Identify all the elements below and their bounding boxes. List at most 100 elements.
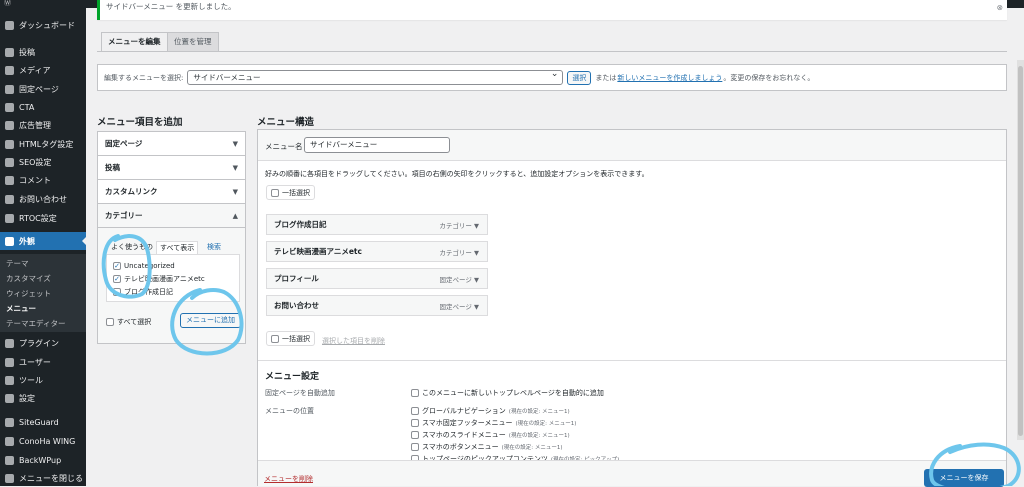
bulk-select-top[interactable]: 一括選択 — [266, 185, 315, 200]
auto-add-option[interactable]: このメニューに新しいトップレベルページを自動的に追加 — [411, 388, 604, 398]
checkbox-checked[interactable]: ✓ — [113, 261, 121, 270]
checkbox[interactable] — [411, 389, 419, 397]
tab-most-used[interactable]: よく使うもの — [108, 241, 156, 254]
menu-item-title: プロフィール — [274, 274, 319, 283]
location-option[interactable]: スマホのボタンメニュー (現在の設定: メニュー1) — [411, 442, 563, 452]
accordion-label: 投稿 — [105, 163, 120, 172]
submenu-item-widgets[interactable]: ウィジェット — [6, 286, 51, 301]
category-item[interactable]: ブログ作成日記 — [113, 286, 173, 297]
appearance-submenu: テーマ カスタマイズ ウィジェット メニュー テーマエディター — [0, 254, 86, 332]
tab-search[interactable]: 検索 — [204, 241, 224, 254]
sidebar-item-collapse[interactable]: メニューを閉じる — [0, 469, 86, 487]
location-option[interactable]: スマホのスライドメニュー (現在の設定: メニュー1) — [411, 430, 570, 440]
sidebar-item-label: ConoHa WING — [19, 436, 76, 446]
checkbox[interactable] — [113, 287, 121, 296]
page-icon — [5, 84, 14, 94]
sidebar-item-brush[interactable]: 外観 — [0, 232, 86, 250]
type-label: 固定ページ — [439, 275, 472, 284]
checkbox[interactable] — [411, 419, 419, 427]
pin-icon — [5, 47, 14, 57]
accordion-categories[interactable]: カテゴリー ▲ — [98, 204, 245, 228]
checkbox-checked[interactable]: ✓ — [113, 274, 121, 283]
notice-text: サイドバーメニュー を更新しました。 — [106, 2, 236, 11]
create-menu-link[interactable]: 新しいメニューを作成しましょう — [617, 73, 722, 83]
add-to-menu-button[interactable]: メニューに追加 — [180, 313, 241, 328]
checkbox[interactable] — [411, 431, 419, 439]
wp-logo-icon[interactable]: Ⓦ — [4, 0, 11, 7]
sidebar-item-label: メディア — [19, 65, 51, 75]
menu-select-dropdown[interactable]: サイドバーメニュー — [187, 68, 564, 85]
mail-icon — [5, 194, 14, 204]
collapse-icon — [5, 473, 14, 483]
sidebar-item-label: CTA — [19, 102, 35, 112]
seo-icon — [5, 157, 14, 167]
guard-icon — [5, 417, 14, 427]
sidebar-item-comment[interactable]: コメント — [0, 171, 86, 189]
sidebar-item-dashboard[interactable]: ダッシュボード — [0, 16, 86, 34]
delete-menu-link[interactable]: メニューを削除 — [264, 474, 313, 484]
scrollbar-thumb[interactable] — [1018, 66, 1023, 436]
menu-location-label: メニューの位置 — [265, 407, 314, 415]
sidebar-item-plugin[interactable]: プラグイン — [0, 334, 86, 352]
sidebar-item-pin[interactable]: 投稿 — [0, 43, 86, 61]
tab-manage-locations[interactable]: 位置を管理 — [167, 32, 219, 51]
submenu-item-customize[interactable]: カスタマイズ — [6, 271, 51, 286]
checkbox[interactable] — [271, 188, 279, 197]
location-option[interactable]: グローバルナビゲーション (現在の設定: メニュー1) — [411, 406, 570, 416]
location-option[interactable]: スマホ固定フッターメニュー (現在の設定: メニュー1) — [411, 418, 576, 428]
or-text: または — [595, 73, 617, 82]
menu-name-input[interactable]: サイドバーメニュー — [304, 137, 450, 153]
sidebar-item-label: 広告管理 — [19, 120, 51, 130]
tab-edit-menus[interactable]: メニューを編集 — [101, 32, 168, 51]
category-item[interactable]: ✓ テレビ映画漫画アニメetc — [113, 273, 205, 284]
dismiss-icon[interactable]: ⊗ — [997, 3, 1003, 12]
accordion-posts[interactable]: 投稿 ▼ — [98, 156, 245, 180]
sidebar-item-cta[interactable]: CTA — [0, 98, 86, 116]
sidebar-item-mail[interactable]: お問い合わせ — [0, 190, 86, 208]
sidebar-item-backup[interactable]: BackWPup — [0, 451, 86, 469]
menu-item[interactable]: プロフィール 固定ページ ▼ — [266, 268, 488, 289]
accordion-custom-links[interactable]: カスタムリンク ▼ — [98, 180, 245, 204]
sidebar-item-seo[interactable]: SEO設定 — [0, 153, 86, 171]
submenu-item-theme[interactable]: テーマ — [6, 256, 29, 271]
save-menu-button[interactable]: メニューを保存 — [924, 469, 1004, 487]
delete-selected-link[interactable]: 選択した項目を削除 — [322, 336, 385, 346]
menu-item[interactable]: お問い合わせ 固定ページ ▼ — [266, 295, 488, 316]
ad-icon — [5, 120, 14, 130]
sidebar-item-label: お問い合わせ — [19, 194, 67, 204]
sidebar-item-page[interactable]: 固定ページ — [0, 80, 86, 98]
sidebar-item-label: HTMLタグ設定 — [19, 139, 74, 149]
option-label: グローバルナビゲーション — [422, 407, 506, 415]
submenu-item-theme-editor[interactable]: テーマエディター — [6, 316, 65, 331]
sidebar-item-ad[interactable]: 広告管理 — [0, 116, 86, 134]
submenu-item-menus[interactable]: メニュー — [6, 301, 36, 316]
checkbox[interactable] — [271, 334, 279, 343]
accordion-pages[interactable]: 固定ページ ▼ — [98, 132, 245, 156]
menu-name-row: メニュー名 サイドバーメニュー — [258, 130, 1006, 161]
sidebar-item-conoha[interactable]: ConoHa WING — [0, 432, 86, 450]
checkbox[interactable] — [411, 407, 419, 415]
tab-view-all[interactable]: すべて表示 — [156, 241, 199, 254]
checkbox[interactable] — [411, 443, 419, 451]
select-all[interactable]: すべて選択 — [106, 316, 151, 327]
menu-item[interactable]: ブログ作成日記 カテゴリー ▼ — [266, 214, 488, 235]
sidebar-item-list[interactable]: RTOC設定 — [0, 209, 86, 227]
category-item[interactable]: ✓ Uncategorized — [113, 260, 175, 271]
sidebar-item-label: 投稿 — [19, 47, 35, 57]
option-note: (現在の設定: メニュー1) — [508, 433, 570, 439]
bulk-select-bottom[interactable]: 一括選択 — [266, 331, 315, 346]
sidebar-item-label: メニューを閉じる — [19, 473, 83, 483]
checkbox[interactable] — [106, 317, 114, 326]
media-icon — [5, 65, 14, 75]
sidebar-item-settings[interactable]: 設定 — [0, 389, 86, 407]
brush-icon — [5, 236, 14, 246]
sidebar-item-code[interactable]: HTMLタグ設定 — [0, 135, 86, 153]
sidebar-item-media[interactable]: メディア — [0, 61, 86, 79]
menu-structure-heading: メニュー構造 — [257, 117, 315, 128]
menu-item[interactable]: テレビ映画漫画アニメetc カテゴリー ▼ — [266, 241, 488, 262]
option-label: スマホのスライドメニュー — [422, 431, 506, 439]
select-button[interactable]: 選択 — [567, 70, 592, 85]
sidebar-item-wrench[interactable]: ツール — [0, 371, 86, 389]
sidebar-item-user[interactable]: ユーザー — [0, 353, 86, 371]
sidebar-item-guard[interactable]: SiteGuard — [0, 413, 86, 431]
